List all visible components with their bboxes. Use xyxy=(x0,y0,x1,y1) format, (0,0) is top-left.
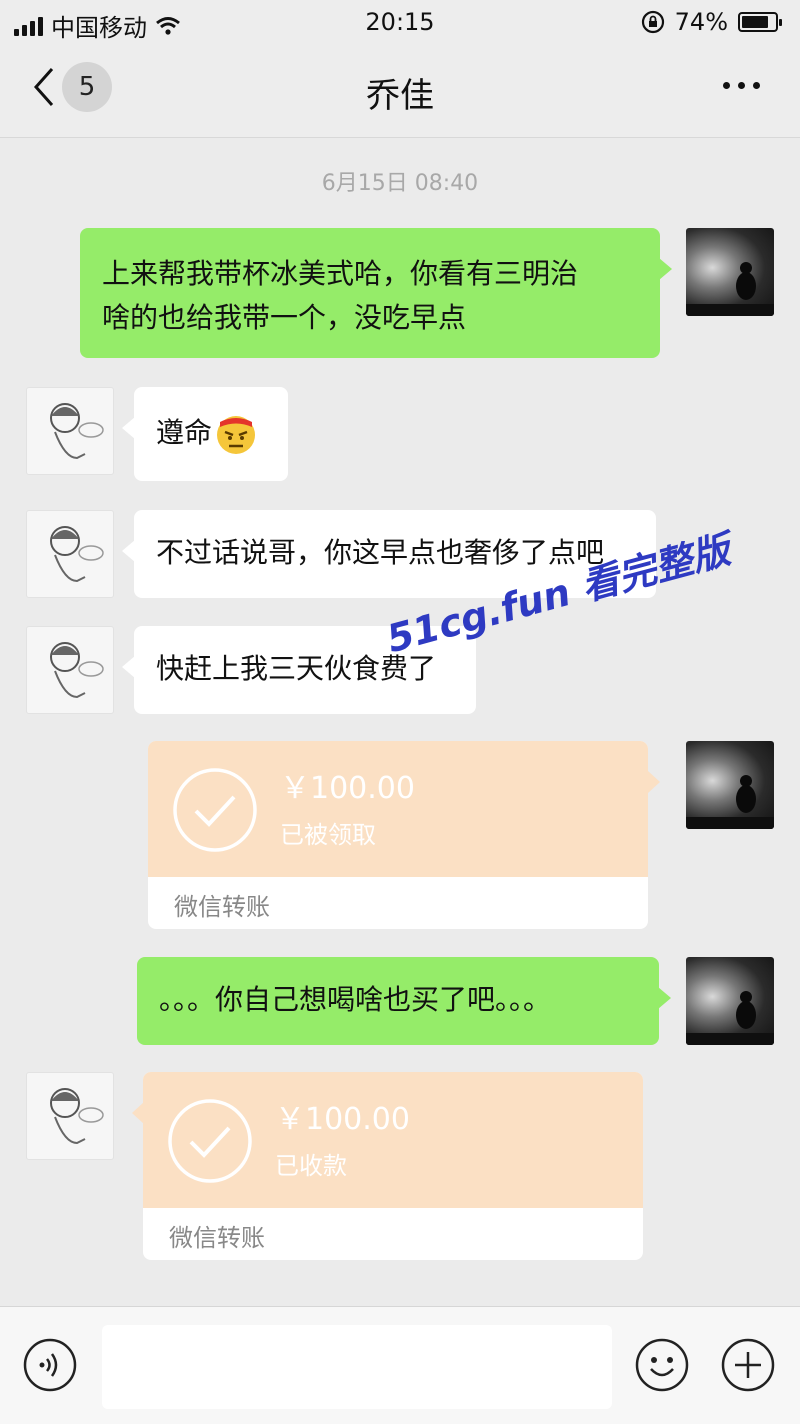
message-bubble-received[interactable]: 遵命 xyxy=(122,387,288,481)
bubble-tail xyxy=(648,771,660,793)
transfer-status: 已收款 xyxy=(275,1152,347,1180)
battery-percent: 74% xyxy=(674,8,728,36)
contact-avatar[interactable] xyxy=(26,1072,114,1160)
message-text: 遵命 xyxy=(156,416,213,449)
message-text: 啥的也给我带一个，没吃早点 xyxy=(102,301,467,334)
contact-avatar[interactable] xyxy=(26,626,114,714)
transfer-amount: ￥100.00 xyxy=(275,1102,410,1137)
add-more-icon[interactable] xyxy=(720,1337,776,1393)
contact-avatar[interactable] xyxy=(26,387,114,475)
chat-title: 乔佳 xyxy=(366,76,434,116)
voice-input-icon[interactable] xyxy=(22,1337,78,1393)
transfer-label: 微信转账 xyxy=(169,1224,265,1252)
transfer-status: 已被领取 xyxy=(280,821,376,849)
transfer-card-sent[interactable]: ￥100.00 已被领取 微信转账 xyxy=(148,741,648,929)
transfer-card-received[interactable]: ￥100.00 已收款 微信转账 xyxy=(143,1072,643,1260)
message-bubble-sent[interactable]: 。。。你自己想喝啥也买了吧。。。 xyxy=(137,957,671,1045)
message-text: 不过话说哥，你这早点也奢侈了点吧 xyxy=(156,536,605,569)
transfer-label: 微信转账 xyxy=(174,893,270,921)
message-timestamp: 6月15日 08:40 xyxy=(321,171,479,196)
status-bar: 中国移动 20:15 74% xyxy=(0,0,800,44)
message-bubble-sent[interactable]: 上来帮我带杯冰美式哈，你看有三明治 啥的也给我带一个，没吃早点 xyxy=(80,228,672,358)
more-options-icon[interactable] xyxy=(723,82,760,89)
battery-icon xyxy=(738,12,782,32)
input-bar xyxy=(0,1306,800,1424)
emoji-icon[interactable] xyxy=(634,1337,690,1393)
contact-avatar[interactable] xyxy=(26,510,114,598)
message-text: 。。。你自己想喝啥也买了吧。。。 xyxy=(159,983,552,1016)
message-text: 上来帮我带杯冰美式哈，你看有三明治 xyxy=(102,257,579,290)
orientation-lock-icon xyxy=(641,10,664,34)
check-circle-icon xyxy=(168,1099,252,1183)
my-avatar[interactable] xyxy=(686,228,774,316)
message-input[interactable] xyxy=(102,1325,612,1409)
my-avatar[interactable] xyxy=(686,741,774,829)
nav-bar: 5 乔佳 xyxy=(0,44,800,138)
transfer-amount: ￥100.00 xyxy=(280,771,415,806)
check-circle-icon xyxy=(173,768,257,852)
my-avatar[interactable] xyxy=(686,957,774,1045)
angry-face-emoji-icon xyxy=(217,416,256,454)
